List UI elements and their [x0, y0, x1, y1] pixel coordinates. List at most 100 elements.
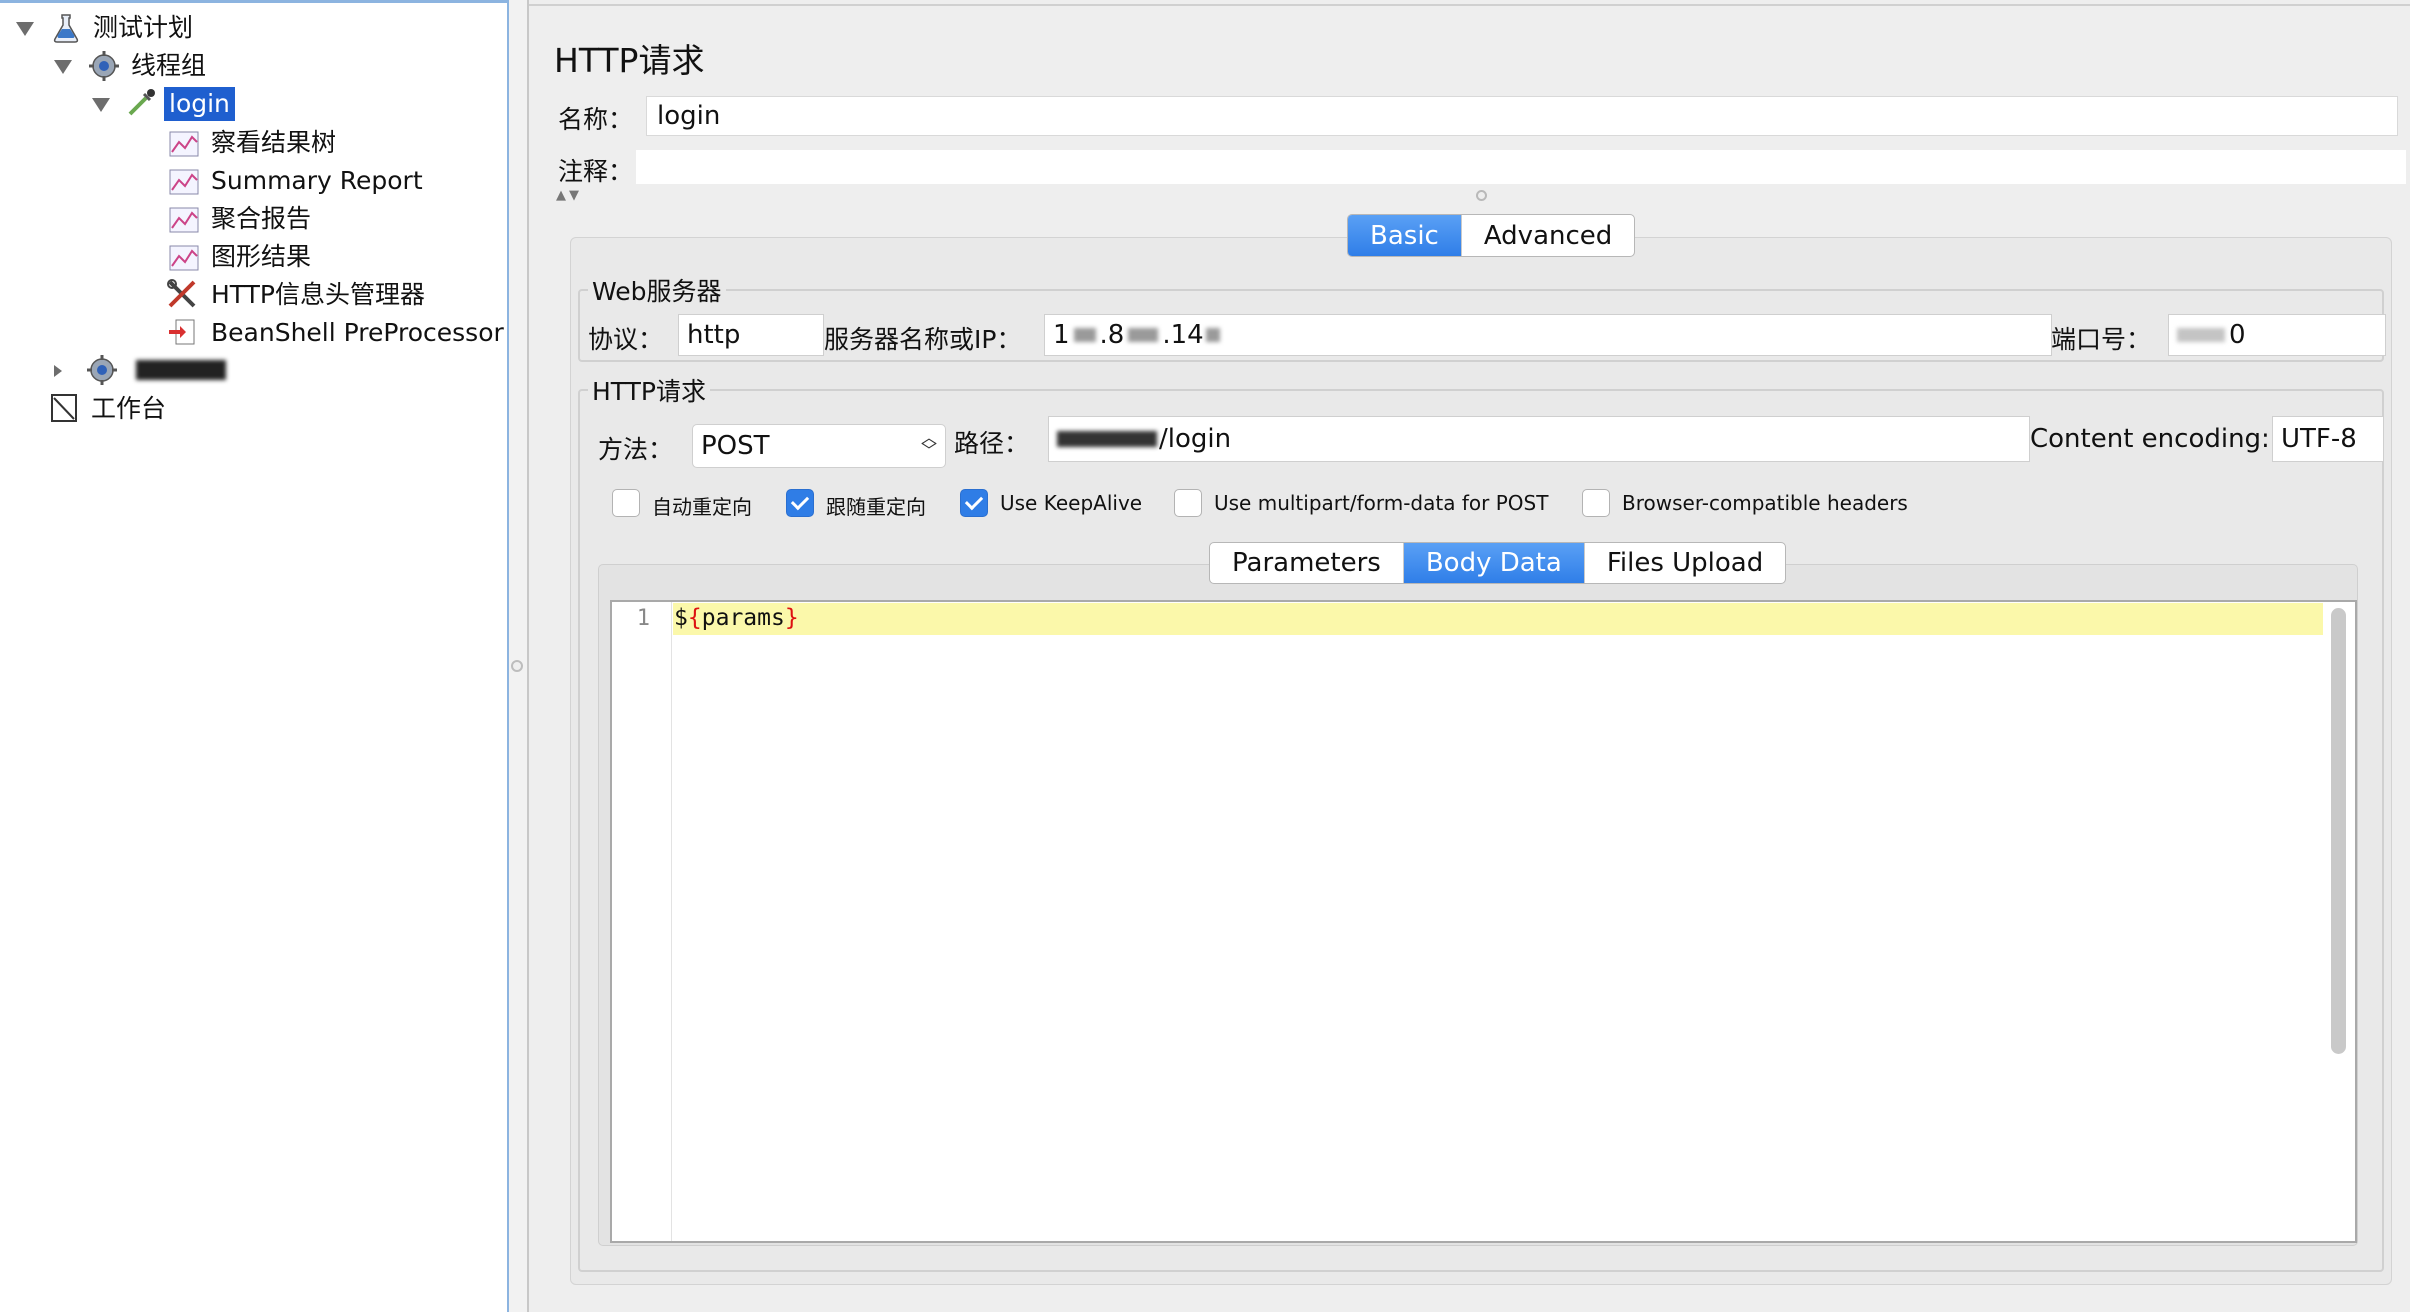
follow-redirect-label: 跟随重定向: [826, 495, 926, 519]
redacted-text: [1205, 328, 1220, 342]
collapse-arrows-icon[interactable]: ▲▼: [556, 188, 582, 203]
method-label: 方法：: [598, 435, 674, 464]
expand-icon[interactable]: [92, 98, 110, 112]
multipart-checkbox[interactable]: [1174, 489, 1202, 517]
tree-top-border: [0, 0, 509, 3]
divider-handle-icon[interactable]: [1476, 190, 1487, 201]
comment-input[interactable]: [636, 150, 2406, 184]
expand-icon[interactable]: [54, 60, 72, 74]
auto-redirect-checkbox[interactable]: [612, 489, 640, 517]
http-request-legend: HTTP请求: [592, 377, 706, 406]
code-text: ${params}: [674, 605, 799, 631]
tree-item-view-results-tree[interactable]: 察看结果树: [206, 125, 341, 161]
name-input[interactable]: login: [646, 96, 2398, 136]
main-tab-bar: Basic Advanced: [1347, 214, 1636, 257]
graph-icon: [169, 207, 199, 233]
encoding-input[interactable]: UTF-8: [2272, 416, 2384, 462]
protocol-input[interactable]: http: [678, 314, 824, 356]
port-label: 端口号：: [2051, 325, 2152, 354]
server-label: 服务器名称或IP：: [824, 325, 1022, 354]
multipart-label: Use multipart/form-data for POST: [1214, 491, 1549, 515]
tree-item-beanshell-preprocessor[interactable]: BeanShell PreProcessor: [206, 315, 509, 351]
tree-item-thread-group[interactable]: 线程组: [126, 48, 211, 84]
line-number: 1: [636, 606, 650, 631]
path-value: /login: [1159, 424, 1232, 454]
path-input[interactable]: /login: [1048, 416, 2030, 462]
browser-headers-label: Browser-compatible headers: [1622, 491, 1908, 515]
server-value-start: 1: [1053, 320, 1070, 350]
tab-body-data[interactable]: Body Data: [1403, 543, 1585, 583]
tree-item-label: Summary Report: [211, 166, 423, 195]
protocol-label: 协议：: [588, 325, 664, 354]
encoding-value: UTF-8: [2281, 424, 2357, 454]
tree-item-label: 聚合报告: [211, 204, 312, 233]
browser-headers-checkbox[interactable]: [1582, 489, 1610, 517]
redacted-text: [136, 360, 226, 380]
tab-basic[interactable]: Basic: [1348, 215, 1462, 256]
tree-item-test-plan[interactable]: 测试计划: [88, 10, 198, 46]
current-line-highlight: [673, 603, 2323, 635]
workbench-icon: [51, 394, 77, 422]
method-value: POST: [701, 431, 770, 461]
gear-icon: [89, 51, 119, 81]
keepalive-label: Use KeepAlive: [1000, 491, 1143, 515]
follow-redirect-checkbox[interactable]: [786, 489, 814, 517]
tree-item-graph-results[interactable]: 图形结果: [206, 239, 316, 275]
collapsed-icon[interactable]: [54, 365, 62, 377]
split-pane-divider[interactable]: [509, 0, 527, 1312]
port-value: 0: [2229, 320, 2246, 350]
tree-item-workbench[interactable]: 工作台: [86, 391, 171, 427]
name-label: 名称：: [558, 105, 634, 134]
graph-icon: [169, 131, 199, 157]
graph-icon: [169, 245, 199, 271]
flask-icon: [53, 14, 79, 43]
redacted-text: [1073, 328, 1096, 342]
editor-scrollbar-thumb[interactable]: [2331, 608, 2346, 1054]
body-data-editor[interactable]: [610, 600, 2357, 1243]
keepalive-checkbox[interactable]: [960, 489, 988, 517]
tree-item-summary-report[interactable]: Summary Report: [206, 163, 428, 199]
tree-item-aggregate-report[interactable]: 聚合报告: [206, 201, 316, 237]
protocol-value: http: [687, 320, 741, 350]
tree-item-label: login: [164, 87, 235, 121]
redacted-text: [1128, 328, 1159, 342]
redacted-text: [1057, 431, 1157, 447]
tree-item-label: 工作台: [91, 394, 167, 423]
updown-icon: ︿ ﹀: [920, 428, 937, 460]
tools-icon: [167, 279, 196, 308]
expand-icon[interactable]: [16, 22, 34, 36]
preprocessor-icon: [169, 319, 195, 345]
comment-label: 注释：: [558, 157, 634, 186]
tree-item-label: 测试计划: [93, 13, 194, 42]
page-title: HTTP请求: [554, 41, 705, 80]
tab-files-upload[interactable]: Files Upload: [1585, 543, 1785, 583]
port-input[interactable]: 0: [2168, 314, 2386, 356]
tree-item-label: HTTP信息头管理器: [211, 280, 425, 309]
tree-item-http-header-manager[interactable]: HTTP信息头管理器: [206, 277, 430, 313]
method-select[interactable]: POST ︿ ﹀: [692, 424, 946, 468]
top-divider: [529, 4, 2410, 6]
line-number-gutter: [612, 602, 672, 1241]
web-server-legend: Web服务器: [592, 277, 722, 306]
body-tab-bar: Parameters Body Data Files Upload: [1209, 542, 1787, 584]
encoding-label: Content encoding:: [2030, 424, 2270, 454]
graph-icon: [169, 169, 199, 195]
redacted-text: [2177, 328, 2225, 342]
tree-item-label: BeanShell PreProcessor: [211, 318, 504, 347]
gear-icon: [87, 355, 117, 385]
tree-item-label: 线程组: [131, 51, 207, 80]
tree-item-login[interactable]: login: [164, 86, 235, 122]
server-input[interactable]: 1 .8 .14: [1044, 314, 2052, 356]
path-label: 路径：: [954, 429, 1030, 458]
tree-item-redacted[interactable]: [136, 352, 226, 388]
tab-advanced[interactable]: Advanced: [1462, 215, 1634, 256]
divider-handle-icon[interactable]: [511, 660, 523, 672]
auto-redirect-label: 自动重定向: [652, 495, 752, 519]
tree-item-label: 察看结果树: [211, 128, 337, 157]
tree-item-label: 图形结果: [211, 242, 312, 271]
code-line: ${params}: [674, 605, 799, 631]
pipette-icon: [128, 89, 155, 116]
tab-parameters[interactable]: Parameters: [1210, 543, 1404, 583]
server-value-middle: .8: [1099, 320, 1125, 350]
server-value-end: .14: [1162, 320, 1204, 350]
